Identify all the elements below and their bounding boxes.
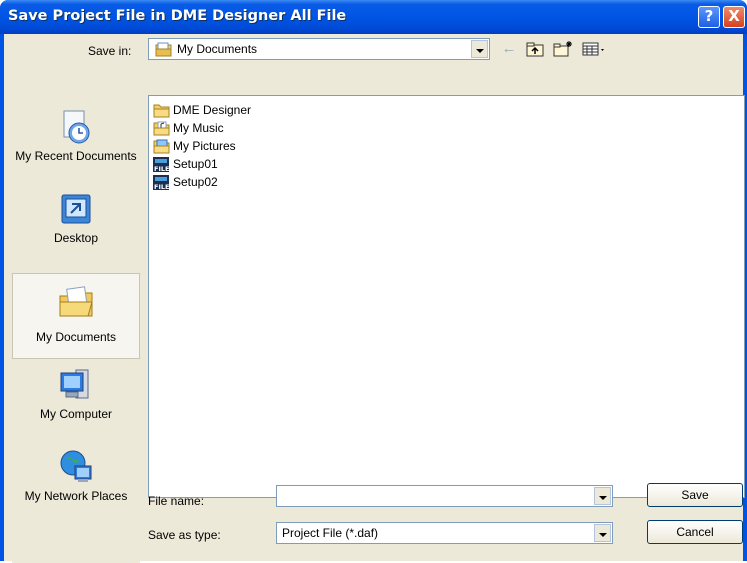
save-as-type-value: Project File (*.daf) xyxy=(282,526,379,540)
file-icon: FILE xyxy=(153,175,169,190)
save-in-label: Save in: xyxy=(88,44,132,58)
file-name: Setup02 xyxy=(173,175,218,189)
svg-text:FILE: FILE xyxy=(154,165,169,172)
save-as-type-label: Save as type: xyxy=(148,528,221,542)
my-computer-icon xyxy=(60,369,89,399)
file-name: My Music xyxy=(173,121,224,135)
place-my-recent-documents[interactable]: My Recent Documents xyxy=(12,109,140,163)
chevron-down-icon[interactable] xyxy=(471,40,488,58)
place-label: My Network Places xyxy=(24,489,128,503)
title-bar[interactable]: Save Project File in DME Designer All Fi… xyxy=(0,0,747,34)
save-in-value: My Documents xyxy=(177,42,258,56)
svg-text:FILE: FILE xyxy=(154,183,169,190)
pictures-folder-icon xyxy=(153,139,170,154)
dialog-client-area: Save in: My Documents ← My Recent Docume… xyxy=(4,34,745,563)
save-in-combobox[interactable]: My Documents xyxy=(148,38,490,60)
file-name: My Pictures xyxy=(173,139,236,153)
places-bar: My Recent Documents Desktop My Documents xyxy=(12,95,140,563)
file-name: DME Designer xyxy=(173,103,252,117)
file-name: Setup01 xyxy=(173,157,218,171)
save-button[interactable]: Save xyxy=(647,483,743,507)
cancel-button[interactable]: Cancel xyxy=(647,520,743,544)
file-icon: FILE xyxy=(153,157,169,172)
my-documents-small-icon xyxy=(155,42,172,57)
chevron-down-icon[interactable] xyxy=(594,487,611,505)
save-dialog-window: Save Project File in DME Designer All Fi… xyxy=(0,0,747,563)
file-list[interactable]: DME Designer My Music My Pictures FILE S… xyxy=(148,95,745,498)
file-name-label: File name: xyxy=(148,494,205,508)
file-name-input[interactable] xyxy=(276,485,613,507)
close-button[interactable]: X xyxy=(723,6,745,28)
recent-documents-icon xyxy=(63,110,90,144)
window-title: Save Project File in DME Designer All Fi… xyxy=(8,8,347,24)
place-label: Desktop xyxy=(53,231,99,245)
chevron-down-icon[interactable] xyxy=(594,524,611,542)
view-menu-icon[interactable] xyxy=(580,39,610,59)
save-as-type-select[interactable]: Project File (*.daf) xyxy=(276,522,613,544)
new-folder-icon[interactable] xyxy=(552,39,574,59)
folder-icon xyxy=(153,104,170,118)
desktop-icon xyxy=(61,194,91,224)
place-my-network-places[interactable]: My Network Places xyxy=(12,449,140,503)
back-icon[interactable]: ← xyxy=(498,39,520,59)
help-button[interactable]: ? xyxy=(698,6,720,28)
place-my-computer[interactable]: My Computer xyxy=(12,367,140,421)
network-places-icon xyxy=(60,450,92,482)
place-label: My Recent Documents xyxy=(15,149,137,163)
my-documents-icon xyxy=(59,286,93,317)
place-my-documents[interactable]: My Documents xyxy=(12,273,140,359)
place-label: My Documents xyxy=(35,330,117,344)
place-label: My Computer xyxy=(39,407,113,421)
up-folder-icon[interactable] xyxy=(524,39,546,59)
place-desktop[interactable]: Desktop xyxy=(12,191,140,245)
music-folder-icon xyxy=(153,121,170,136)
